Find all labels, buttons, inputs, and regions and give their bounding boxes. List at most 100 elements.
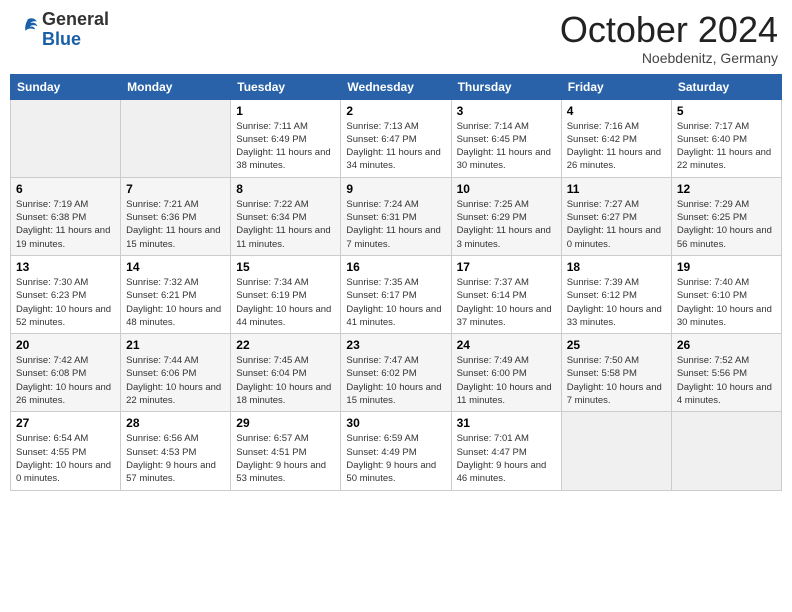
day-detail: Sunrise: 6:56 AMSunset: 4:53 PMDaylight:… [126,432,225,485]
day-cell: 29 Sunrise: 6:57 AMSunset: 4:51 PMDayligh… [231,412,341,490]
day-detail: Sunrise: 7:14 AMSunset: 6:45 PMDaylight:… [457,120,556,173]
day-detail: Sunrise: 7:47 AMSunset: 6:02 PMDaylight:… [346,354,445,407]
day-cell: 31Sunrise: 7:01 AMSunset: 4:47 PMDayligh… [451,412,561,490]
day-detail: Sunrise: 7:17 AMSunset: 6:40 PMDaylight:… [677,120,776,173]
day-number: 12 [677,182,776,196]
day-number: 3 [457,104,556,118]
day-detail: Sunrise: 7:24 AMSunset: 6:31 PMDaylight:… [346,198,445,251]
day-cell: 30Sunrise: 6:59 AMSunset: 4:49 PMDayligh… [341,412,451,490]
day-number: 19 [677,260,776,274]
day-cell: 16 Sunrise: 7:35 AMSunset: 6:17 PMDayligh… [341,255,451,333]
day-number: 30 [346,416,445,430]
day-number: 24 [457,338,556,352]
weekday-header-thursday: Thursday [451,74,561,99]
day-cell: 3 Sunrise: 7:14 AMSunset: 6:45 PMDaylight… [451,99,561,177]
page-header: General Blue October 2024 Noebdenitz, Ge… [10,10,782,66]
day-cell: 14 Sunrise: 7:32 AMSunset: 6:21 PMDayligh… [121,255,231,333]
week-row-2: 6 Sunrise: 7:19 AMSunset: 6:38 PMDaylight… [11,177,782,255]
day-cell: 6 Sunrise: 7:19 AMSunset: 6:38 PMDaylight… [11,177,121,255]
day-cell: 15Sunrise: 7:34 AMSunset: 6:19 PMDayligh… [231,255,341,333]
day-number: 20 [16,338,115,352]
day-detail: Sunrise: 7:49 AMSunset: 6:00 PMDaylight:… [457,354,556,407]
day-detail: Sunrise: 7:39 AMSunset: 6:12 PMDaylight:… [567,276,666,329]
week-row-1: 1Sunrise: 7:11 AMSunset: 6:49 PMDaylight… [11,99,782,177]
logo-blue-text: Blue [42,29,81,49]
day-cell: 27Sunrise: 6:54 AMSunset: 4:55 PMDayligh… [11,412,121,490]
day-number: 29 [236,416,335,430]
day-cell: 20 Sunrise: 7:42 AMSunset: 6:08 PMDayligh… [11,334,121,412]
day-number: 22 [236,338,335,352]
logo-bird-icon [16,15,40,39]
day-number: 14 [126,260,225,274]
day-number: 17 [457,260,556,274]
weekday-header-friday: Friday [561,74,671,99]
logo: General Blue [14,10,109,50]
day-cell: 17 Sunrise: 7:37 AMSunset: 6:14 PMDayligh… [451,255,561,333]
day-cell: 7 Sunrise: 7:21 AMSunset: 6:36 PMDaylight… [121,177,231,255]
day-number: 9 [346,182,445,196]
day-detail: Sunrise: 6:57 AMSunset: 4:51 PMDaylight:… [236,432,335,485]
day-cell [121,99,231,177]
day-cell: 25Sunrise: 7:50 AMSunset: 5:58 PMDayligh… [561,334,671,412]
day-cell: 23 Sunrise: 7:47 AMSunset: 6:02 PMDayligh… [341,334,451,412]
day-cell [11,99,121,177]
day-cell [561,412,671,490]
day-number: 21 [126,338,225,352]
day-number: 28 [126,416,225,430]
day-detail: Sunrise: 7:52 AMSunset: 5:56 PMDaylight:… [677,354,776,407]
title-block: October 2024 Noebdenitz, Germany [560,10,778,66]
day-detail: Sunrise: 7:32 AMSunset: 6:21 PMDaylight:… [126,276,225,329]
weekday-header-tuesday: Tuesday [231,74,341,99]
day-detail: Sunrise: 7:35 AMSunset: 6:17 PMDaylight:… [346,276,445,329]
day-number: 4 [567,104,666,118]
weekday-header-wednesday: Wednesday [341,74,451,99]
day-cell: 2 Sunrise: 7:13 AMSunset: 6:47 PMDaylight… [341,99,451,177]
day-number: 23 [346,338,445,352]
day-detail: Sunrise: 7:42 AMSunset: 6:08 PMDaylight:… [16,354,115,407]
month-title: October 2024 [560,10,778,50]
day-cell: 19 Sunrise: 7:40 AMSunset: 6:10 PMDayligh… [671,255,781,333]
day-number: 16 [346,260,445,274]
weekday-header-monday: Monday [121,74,231,99]
day-number: 10 [457,182,556,196]
calendar-table: SundayMondayTuesdayWednesdayThursdayFrid… [10,74,782,491]
day-cell: 10 Sunrise: 7:25 AMSunset: 6:29 PMDayligh… [451,177,561,255]
weekday-header-saturday: Saturday [671,74,781,99]
location: Noebdenitz, Germany [560,50,778,66]
day-detail: Sunrise: 7:37 AMSunset: 6:14 PMDaylight:… [457,276,556,329]
day-detail: Sunrise: 7:45 AMSunset: 6:04 PMDaylight:… [236,354,335,407]
day-detail: Sunrise: 7:13 AMSunset: 6:47 PMDaylight:… [346,120,445,173]
day-detail: Sunrise: 7:19 AMSunset: 6:38 PMDaylight:… [16,198,115,251]
logo-general-text: General [42,9,109,29]
day-cell: 26 Sunrise: 7:52 AMSunset: 5:56 PMDayligh… [671,334,781,412]
day-cell: 24 Sunrise: 7:49 AMSunset: 6:00 PMDayligh… [451,334,561,412]
day-detail: Sunrise: 7:22 AMSunset: 6:34 PMDaylight:… [236,198,335,251]
day-cell: 28 Sunrise: 6:56 AMSunset: 4:53 PMDayligh… [121,412,231,490]
day-number: 7 [126,182,225,196]
day-number: 2 [346,104,445,118]
day-cell: 1Sunrise: 7:11 AMSunset: 6:49 PMDaylight… [231,99,341,177]
day-cell: 13 Sunrise: 7:30 AMSunset: 6:23 PMDayligh… [11,255,121,333]
day-detail: Sunrise: 7:25 AMSunset: 6:29 PMDaylight:… [457,198,556,251]
day-detail: Sunrise: 7:44 AMSunset: 6:06 PMDaylight:… [126,354,225,407]
day-number: 18 [567,260,666,274]
day-detail: Sunrise: 7:11 AMSunset: 6:49 PMDaylight:… [236,120,335,173]
day-cell: 18 Sunrise: 7:39 AMSunset: 6:12 PMDayligh… [561,255,671,333]
day-cell: 9 Sunrise: 7:24 AMSunset: 6:31 PMDaylight… [341,177,451,255]
day-detail: Sunrise: 6:54 AMSunset: 4:55 PMDaylight:… [16,432,115,485]
day-cell: 4Sunrise: 7:16 AMSunset: 6:42 PMDaylight… [561,99,671,177]
weekday-header-sunday: Sunday [11,74,121,99]
day-number: 5 [677,104,776,118]
day-number: 13 [16,260,115,274]
day-detail: Sunrise: 7:29 AMSunset: 6:25 PMDaylight:… [677,198,776,251]
day-detail: Sunrise: 7:30 AMSunset: 6:23 PMDaylight:… [16,276,115,329]
day-detail: Sunrise: 7:50 AMSunset: 5:58 PMDaylight:… [567,354,666,407]
day-cell: 22 Sunrise: 7:45 AMSunset: 6:04 PMDayligh… [231,334,341,412]
day-detail: Sunrise: 7:21 AMSunset: 6:36 PMDaylight:… [126,198,225,251]
day-number: 31 [457,416,556,430]
day-number: 6 [16,182,115,196]
day-cell: 12 Sunrise: 7:29 AMSunset: 6:25 PMDayligh… [671,177,781,255]
day-cell: 8Sunrise: 7:22 AMSunset: 6:34 PMDaylight… [231,177,341,255]
day-number: 26 [677,338,776,352]
day-detail: Sunrise: 7:40 AMSunset: 6:10 PMDaylight:… [677,276,776,329]
